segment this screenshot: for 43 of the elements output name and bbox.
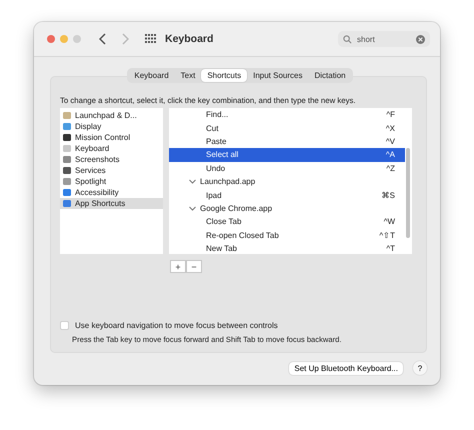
grid-icon[interactable]: [145, 34, 157, 44]
app-group-row[interactable]: Google Chrome.app: [169, 202, 412, 216]
category-item[interactable]: Launchpad & D...: [60, 110, 163, 121]
category-item[interactable]: Accessibility: [60, 187, 163, 198]
clear-icon[interactable]: [416, 34, 425, 44]
category-item[interactable]: Mission Control: [60, 132, 163, 143]
checkbox-label: Use keyboard navigation to move focus between controls: [75, 321, 278, 330]
window-title: Keyboard: [165, 33, 214, 45]
category-item[interactable]: Keyboard: [60, 143, 163, 154]
shortcut-row[interactable]: Undo ^Z: [169, 162, 405, 175]
tab[interactable]: Shortcuts: [201, 69, 248, 82]
shortcut-row[interactable]: New Tab ^T: [169, 242, 405, 256]
shortcut-row[interactable]: Ipad ⌘S: [169, 188, 405, 202]
close-button[interactable]: [47, 35, 55, 43]
bluetooth-keyboard-button[interactable]: Set Up Bluetooth Keyboard...: [289, 362, 403, 374]
search-icon: [343, 34, 352, 44]
tab[interactable]: Input Sources: [247, 69, 308, 82]
app-group-row[interactable]: Launchpad.app: [169, 174, 412, 188]
shortcut-row[interactable]: Find... ^F: [169, 108, 405, 122]
category-item[interactable]: Spotlight: [60, 176, 163, 187]
category-item[interactable]: Display: [60, 121, 163, 132]
tab[interactable]: Dictation: [308, 69, 352, 82]
add-button[interactable]: +: [170, 260, 186, 273]
scrollbar[interactable]: [406, 148, 410, 238]
category-item[interactable]: App Shortcuts: [60, 198, 163, 209]
search-field[interactable]: short: [338, 31, 430, 47]
shortcut-row[interactable]: Close Tab ^W: [169, 215, 405, 229]
checkbox[interactable]: [60, 321, 69, 330]
shortcut-row[interactable]: Select all ^A: [169, 148, 405, 162]
tab[interactable]: Keyboard: [128, 69, 175, 82]
shortcut-row[interactable]: Cut ^X: [169, 121, 405, 135]
forward-icon[interactable]: [121, 33, 129, 45]
help-button[interactable]: ?: [413, 361, 427, 375]
remove-button[interactable]: −: [186, 260, 202, 273]
category-item[interactable]: Services: [60, 165, 163, 176]
shortcut-row[interactable]: Re-open Closed Tab ^⇧T: [169, 228, 405, 242]
back-icon[interactable]: [99, 33, 107, 45]
tab[interactable]: Text: [174, 69, 202, 82]
category-item[interactable]: Screenshots: [60, 154, 163, 165]
chevron-down-icon[interactable]: [189, 179, 196, 184]
shortcut-row[interactable]: Paste ^V: [169, 134, 405, 148]
minimize-button[interactable]: [60, 35, 68, 43]
chevron-down-icon[interactable]: [189, 206, 196, 211]
